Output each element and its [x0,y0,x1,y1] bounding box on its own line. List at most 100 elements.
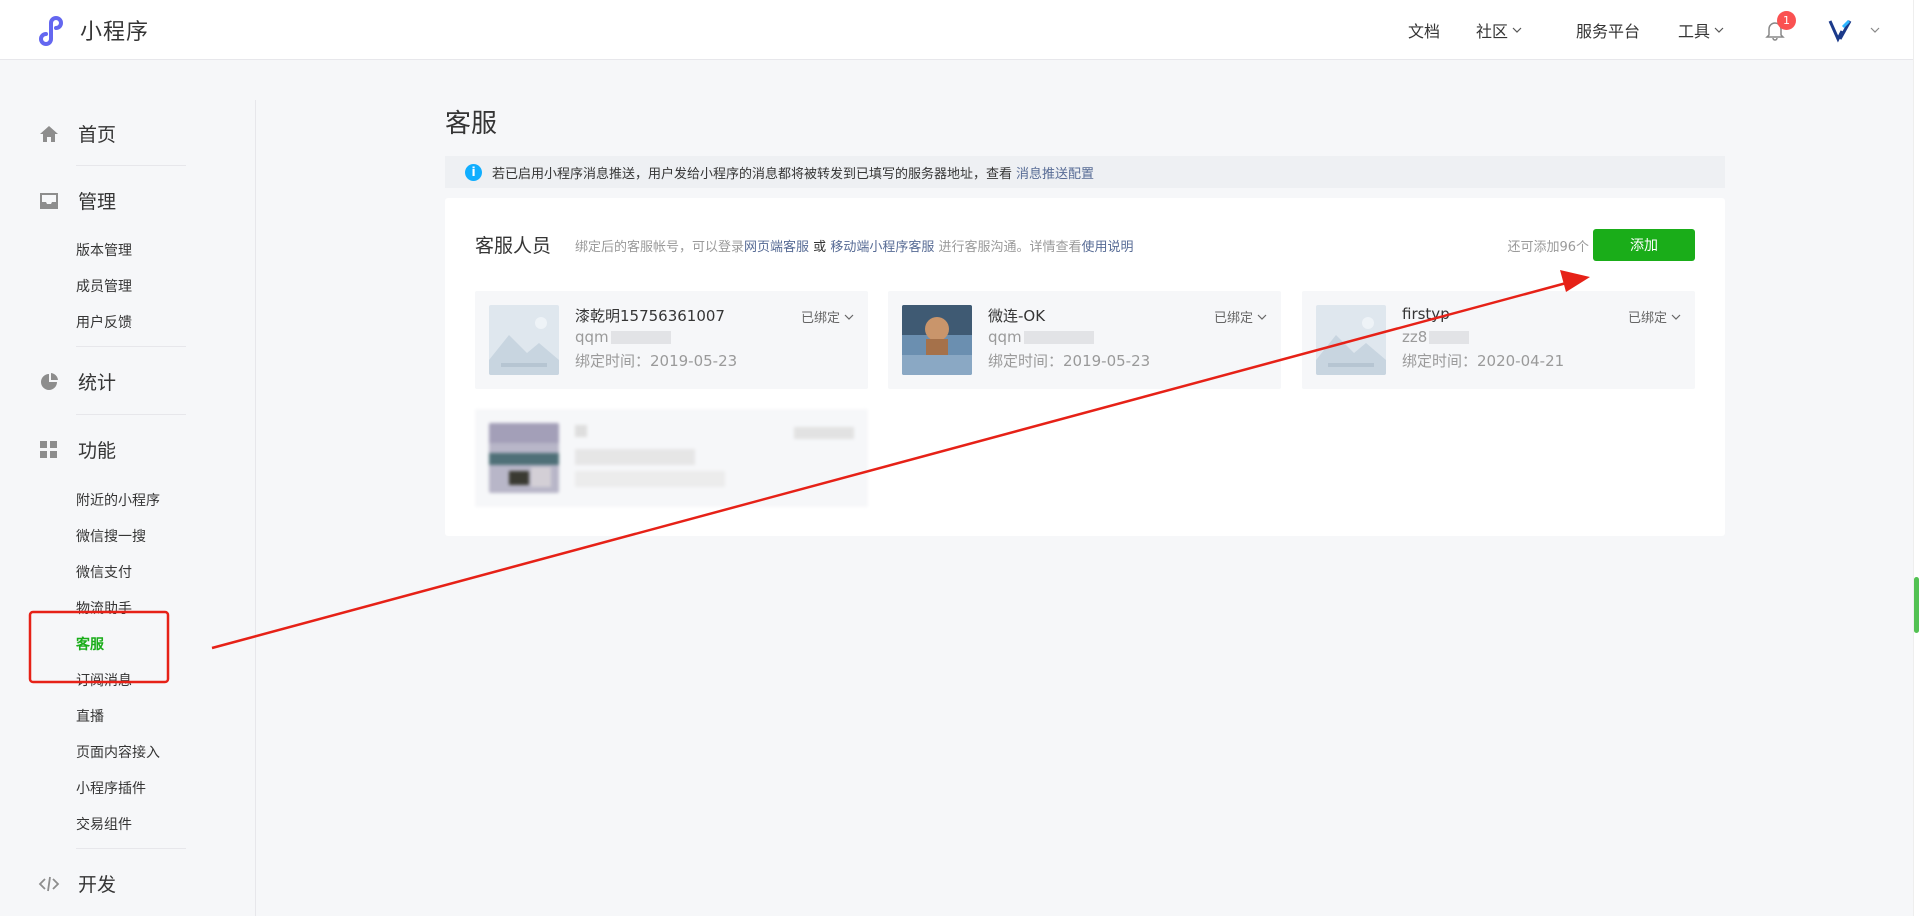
sidebar-item-members[interactable]: 成员管理 [76,276,132,296]
agent-avatar-redacted [489,423,559,493]
agent-status-label: 已绑定 [1213,311,1253,326]
sidebar-item-version[interactable]: 版本管理 [76,240,132,260]
desc-or: 或 [813,240,827,255]
sidebar-item-subscribe[interactable]: 订阅消息 [76,670,132,690]
notification-badge: 1 [1777,11,1796,30]
sidebar-item-plugin[interactable]: 小程序插件 [76,778,146,798]
agent-card: 漆乾明15756361007 qqm 绑定时间：2019-05-23 已绑定 [475,291,868,389]
sidebar-divider [76,346,186,347]
agent-bind-time: 绑定时间：2019-05-23 [575,352,738,370]
account-menu[interactable] [1828,17,1880,43]
agent-name: firstyp [1402,305,1450,323]
agent-name: 漆乾明15756361007 [575,307,725,325]
chevron-down-icon [1870,27,1880,33]
add-button[interactable]: 添加 [1593,229,1695,261]
top-bar: 小程序 文档 社区 服务平台 工具 1 [0,0,1920,60]
sidebar-item-content[interactable]: 页面内容接入 [76,742,160,762]
scrollbar-thumb[interactable] [1914,577,1919,633]
nav-docs[interactable]: 文档 [1408,18,1440,42]
agent-status-label: 已绑定 [800,311,840,326]
agent-card: firstyp zz8 绑定时间：2020-04-21 已绑定 [1302,291,1695,389]
sidebar-manage[interactable]: 管理 [38,187,116,214]
inbox-icon [40,192,58,209]
agent-avatar [902,305,972,375]
web-customer-service-link[interactable]: 网页端客服 [744,240,809,255]
sidebar: 首页 管理 版本管理 成员管理 用户反馈 统计 功能 附近的小程序 微信搜一搜 … [0,100,256,916]
help-link[interactable]: 使用说明 [1082,240,1134,255]
page-title: 客服 [445,109,498,139]
pie-chart-icon [41,372,58,390]
sidebar-divider [76,414,186,415]
sidebar-home-label: 首页 [78,124,117,146]
nav-docs-label: 文档 [1407,22,1440,41]
desc-part-1: 绑定后的客服帐号，可以登录 [575,240,745,255]
sidebar-stats[interactable]: 统计 [38,368,116,395]
sidebar-item-nearby[interactable]: 附近的小程序 [76,490,160,510]
info-icon: i [465,163,482,181]
sidebar-features[interactable]: 功能 [38,436,116,463]
agent-status-label: 已绑定 [1627,311,1667,326]
sidebar-divider [76,165,186,166]
pixelated-avatar-icon [489,423,559,493]
agent-bind-time: 绑定时间：2020-04-21 [1402,352,1565,370]
sidebar-item-live[interactable]: 直播 [76,706,104,726]
app-logo[interactable]: 小程序 [38,14,149,46]
sidebar-features-label: 功能 [78,440,117,462]
home-icon [40,125,58,142]
panel-title: 客服人员 [475,235,552,257]
chevron-down-icon [1714,27,1724,33]
notice-bar: i 若已启用小程序消息推送，用户发给小程序的消息都将被转发到已填写的服务器地址，… [445,156,1725,188]
sidebar-home[interactable]: 首页 [38,120,116,147]
sidebar-item-customer-service[interactable]: 客服 [76,634,104,654]
redacted-time [575,471,725,487]
notice-text: 若已启用小程序消息推送，用户发给小程序的消息都将被转发到已填写的服务器地址，查看 [492,166,1013,182]
remaining-count: 还可添加96个 [1507,240,1589,255]
sidebar-stats-label: 统计 [78,372,117,394]
mobile-customer-service-link[interactable]: 移动端小程序客服 [830,240,934,255]
agent-card: 微连-OK qqm 绑定时间：2019-05-23 已绑定 [888,291,1281,389]
sidebar-manage-label: 管理 [78,191,117,213]
image-placeholder-icon [489,305,559,375]
page-scrollbar[interactable] [1913,0,1920,916]
agent-status-dropdown[interactable]: 已绑定 [1214,307,1267,326]
sidebar-item-trade[interactable]: 交易组件 [76,814,132,834]
chevron-down-icon [844,314,854,320]
agent-status-dropdown[interactable]: 已绑定 [801,307,854,326]
nav-community[interactable]: 社区 [1476,18,1522,42]
sidebar-item-pay[interactable]: 微信支付 [76,562,132,582]
agent-status-dropdown[interactable]: 已绑定 [1628,307,1681,326]
chevron-down-icon [1671,314,1681,320]
agent-card-redacted [475,409,868,507]
nav-service-platform[interactable]: 服务平台 [1576,18,1640,42]
sidebar-item-logistics[interactable]: 物流助手 [76,598,132,618]
agent-name: 微连-OK [988,307,1046,325]
agent-avatar [489,305,559,375]
message-push-config-link[interactable]: 消息推送配置 [1016,163,1094,182]
mini-program-logo-icon [39,16,63,46]
grid-icon [40,440,57,458]
account-avatar-icon [1828,19,1852,43]
sidebar-item-search[interactable]: 微信搜一搜 [76,526,146,546]
app-name: 小程序 [80,20,150,45]
agent-account: zz8 [1402,328,1470,346]
agent-bind-time: 绑定时间：2019-05-23 [988,352,1151,370]
image-placeholder-icon [1316,305,1386,375]
nav-tools[interactable]: 工具 [1678,18,1724,42]
agent-avatar [1316,305,1386,375]
code-icon [38,876,60,891]
photo-avatar-icon [902,305,972,375]
sidebar-dev[interactable]: 开发 [38,870,116,897]
nav-community-label: 社区 [1475,22,1508,41]
redacted-account [575,449,695,465]
nav-tools-label: 工具 [1677,22,1710,41]
sidebar-dev-label: 开发 [78,874,117,896]
top-nav: 文档 社区 服务平台 工具 1 [1370,0,1880,60]
notifications-button[interactable]: 1 [1764,11,1796,41]
sidebar-item-feedback[interactable]: 用户反馈 [76,312,132,332]
customer-service-panel: 客服人员 绑定后的客服帐号，可以登录网页端客服 或 移动端小程序客服 进行客服沟… [445,198,1725,536]
chevron-down-icon [1512,27,1522,33]
desc-part-2: 进行客服沟通。详情查看 [938,240,1082,255]
chevron-down-icon [1257,314,1267,320]
agent-account: qqm [575,328,671,346]
nav-service-label: 服务平台 [1575,22,1640,41]
